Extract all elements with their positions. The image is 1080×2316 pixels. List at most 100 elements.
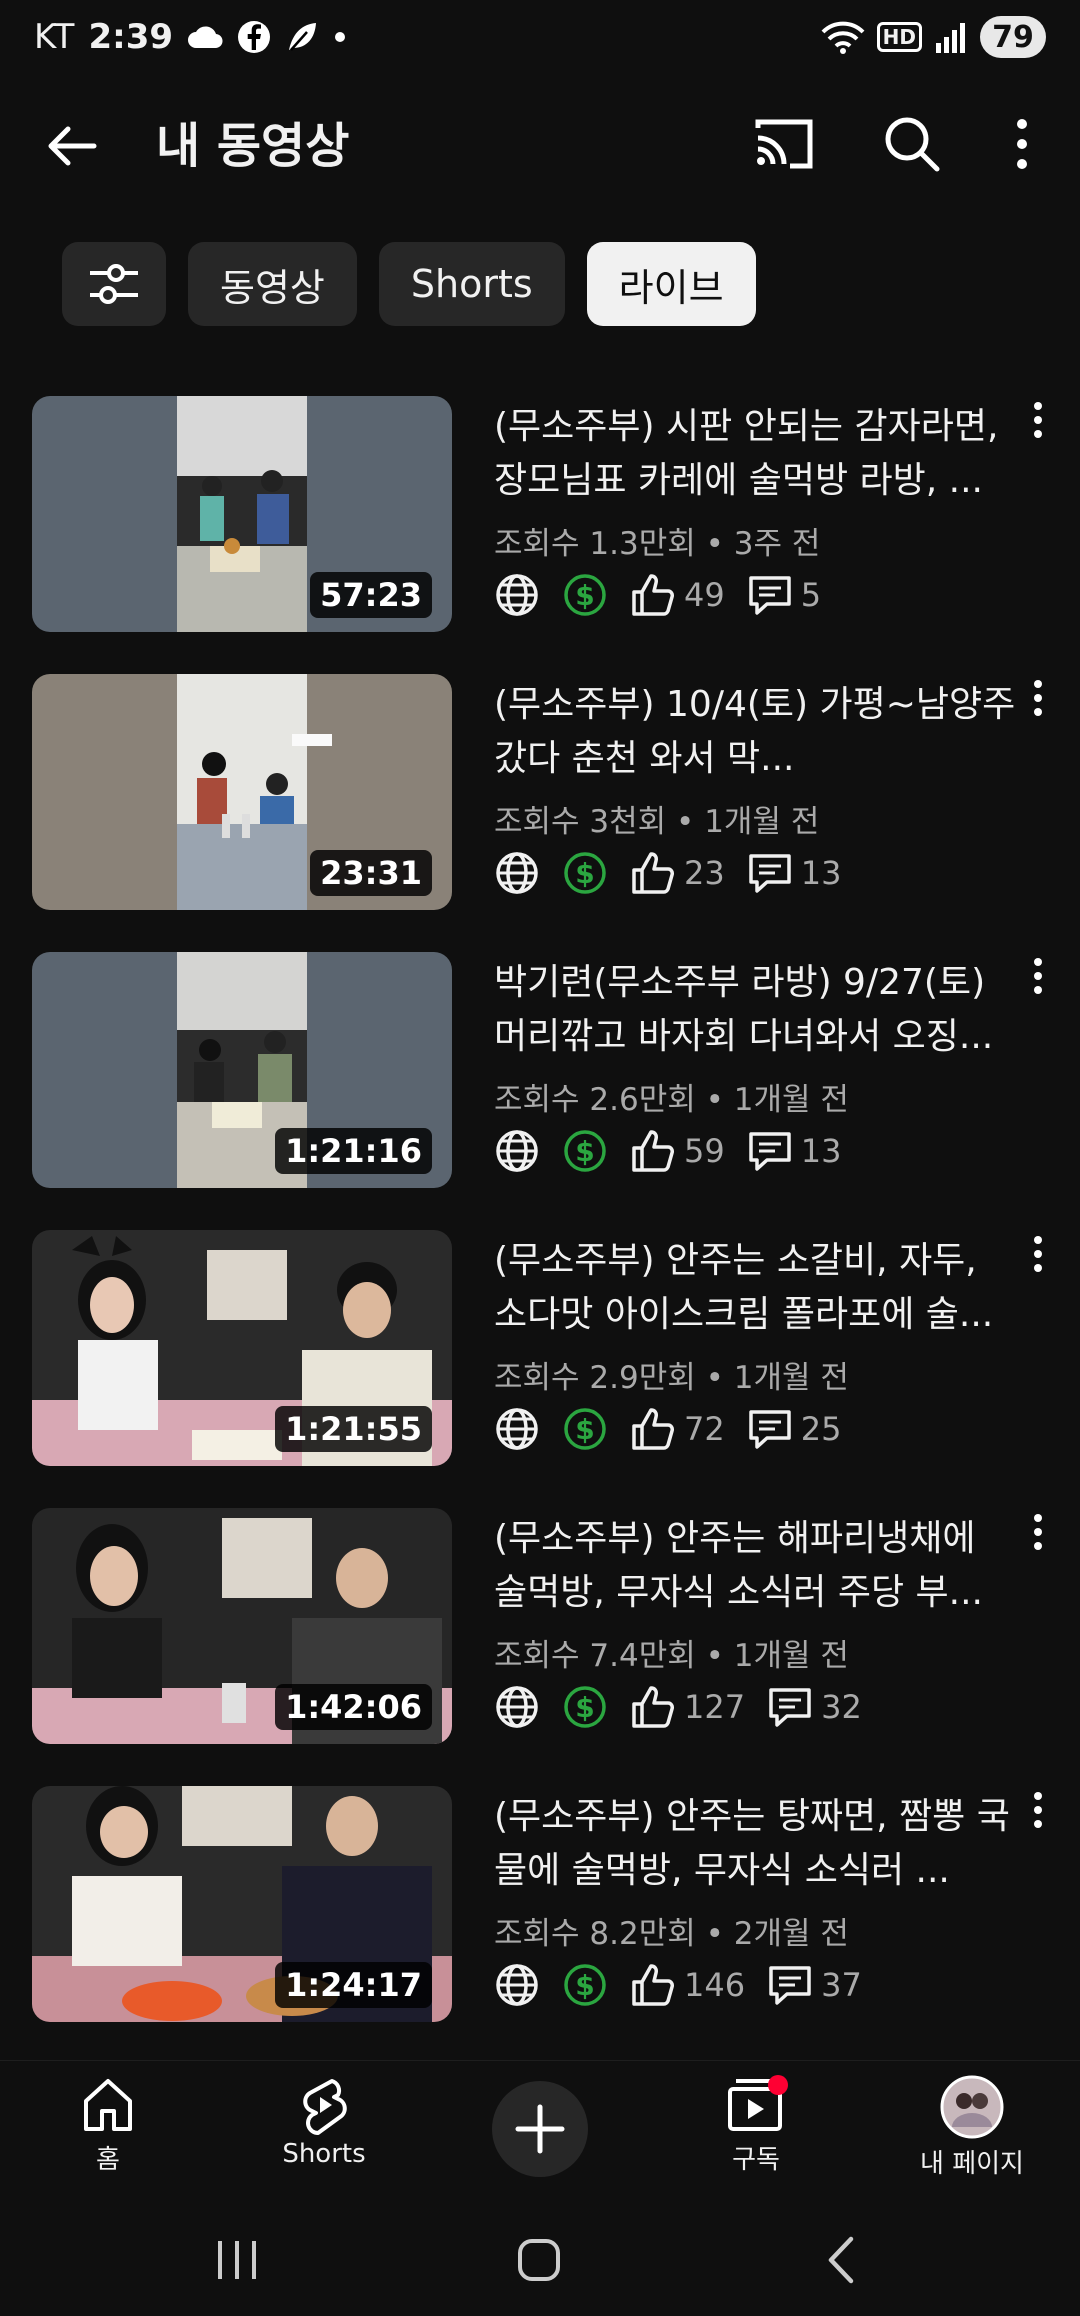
upload-age: 1개월 전	[704, 804, 820, 840]
home-system-button[interactable]	[504, 2230, 574, 2290]
view-count: 조회수 2.9만회	[494, 1360, 696, 1396]
cast-button[interactable]	[748, 108, 820, 180]
video-stats: $ 59 13	[494, 1128, 841, 1174]
video-title[interactable]: (무소주부) 10/4(토) 가평~남양주 갔다 춘천 와서 막...	[494, 678, 1020, 786]
carrier-label: KT	[34, 17, 75, 57]
comment-count: 13	[800, 854, 842, 892]
filter-icon	[90, 264, 138, 304]
video-meta: 조회수 3천회 • 1개월 전	[494, 796, 819, 841]
video-title[interactable]: (무소주부) 안주는 해파리냉채에 술먹방, 무자식 소식러 주당 부...	[494, 1512, 1020, 1620]
video-list: 57:23 (무소주부) 시판 안되는 감자라면, 장모님표 카레에 술먹방 라…	[0, 396, 1080, 2064]
video-thumbnail[interactable]: 57:23	[32, 396, 452, 632]
comment-count: 25	[800, 1410, 842, 1448]
filter-settings-chip[interactable]	[62, 242, 166, 326]
upload-age: 1개월 전	[733, 1082, 849, 1118]
home-square-icon	[518, 2239, 560, 2281]
video-more-button[interactable]	[1014, 952, 1062, 1000]
video-title[interactable]: (무소주부) 안주는 소갈비, 자두, 소다맛 아이스크림 폴라포에 술...	[494, 1234, 1020, 1342]
nav-subscriptions-label: 구독	[732, 2145, 780, 2175]
thumb-up-icon	[630, 1962, 676, 2008]
nav-subscriptions[interactable]: 구독	[676, 2075, 836, 2176]
nav-home[interactable]: 홈	[28, 2075, 188, 2176]
video-title[interactable]: 박기련(무소주부 라방) 9/27(토) 머리깎고 바자회 다녀와서 오징...	[494, 956, 1020, 1064]
video-meta: 조회수 2.6만회 • 1개월 전	[494, 1074, 849, 1119]
comment-count: 32	[821, 1688, 862, 1726]
globe-icon	[494, 1962, 540, 2008]
meta-separator: •	[676, 804, 695, 840]
more-vert-icon	[1034, 1514, 1042, 1550]
view-count: 조회수 8.2만회	[494, 1916, 696, 1952]
like-count: 59	[684, 1132, 725, 1170]
like-count: 127	[684, 1688, 746, 1726]
svg-text:$: $	[575, 1413, 594, 1446]
search-icon	[885, 117, 940, 172]
video-more-button[interactable]	[1014, 1508, 1062, 1556]
video-item[interactable]: 1:24:17 (무소주부) 안주는 탕짜면, 짬뽕 국물에 술먹방, 무자식 …	[0, 1786, 1080, 2064]
thumb-up-icon	[630, 1128, 676, 1174]
back-button[interactable]	[40, 114, 104, 178]
comment-icon	[767, 1684, 813, 1730]
comment-icon	[747, 572, 793, 618]
chip-live[interactable]: 라이브	[586, 242, 756, 326]
video-more-button[interactable]	[1014, 1786, 1062, 1834]
more-vert-icon	[1034, 1792, 1042, 1828]
video-item[interactable]: 1:42:06 (무소주부) 안주는 해파리냉채에 술먹방, 무자식 소식러 주…	[0, 1508, 1080, 1786]
video-title[interactable]: (무소주부) 안주는 탕짜면, 짬뽕 국물에 술먹방, 무자식 소식러 ...	[494, 1790, 1020, 1898]
dollar-icon: $	[562, 572, 608, 618]
svg-text:$: $	[575, 857, 594, 890]
video-more-button[interactable]	[1014, 1230, 1062, 1278]
subscriptions-icon	[728, 2075, 788, 2131]
video-thumbnail[interactable]: 1:24:17	[32, 1786, 452, 2022]
thumb-up-icon	[630, 1684, 676, 1730]
chip-videos[interactable]: 동영상	[188, 242, 357, 326]
globe-icon	[494, 850, 540, 896]
video-title[interactable]: (무소주부) 시판 안되는 감자라면, 장모님표 카레에 술먹방 라방, ...	[494, 400, 1020, 508]
thumb-up-icon	[630, 850, 676, 896]
comment-count: 13	[800, 1132, 842, 1170]
nav-shorts-label: Shorts	[282, 2139, 366, 2169]
video-thumbnail[interactable]: 23:31	[32, 674, 452, 910]
video-item[interactable]: 1:21:16 박기련(무소주부 라방) 9/27(토) 머리깎고 바자회 다녀…	[0, 952, 1080, 1230]
more-vert-icon	[1034, 680, 1042, 716]
dollar-icon: $	[562, 1962, 608, 2008]
back-system-button[interactable]	[806, 2230, 876, 2290]
more-vert-icon	[1034, 958, 1042, 994]
bottom-navigation: 홈 Shorts 구독 내 페이지	[0, 2060, 1080, 2200]
comment-icon	[767, 1962, 813, 2008]
duration-badge: 1:42:06	[275, 1684, 432, 1730]
chevron-left-icon	[828, 2236, 854, 2284]
video-more-button[interactable]	[1014, 674, 1062, 722]
plus-icon	[515, 2104, 565, 2154]
video-more-button[interactable]	[1014, 396, 1062, 444]
duration-badge: 23:31	[310, 850, 432, 896]
nav-my-page[interactable]: 내 페이지	[892, 2075, 1052, 2180]
more-vert-icon	[1034, 1236, 1042, 1272]
thumb-up-icon	[630, 572, 676, 618]
video-item[interactable]: 57:23 (무소주부) 시판 안되는 감자라면, 장모님표 카레에 술먹방 라…	[0, 396, 1080, 674]
meta-separator: •	[705, 1638, 724, 1674]
create-button[interactable]	[492, 2081, 588, 2177]
video-thumbnail[interactable]: 1:42:06	[32, 1508, 452, 1744]
video-stats: $ 127 32	[494, 1684, 862, 1730]
video-meta: 조회수 1.3만회 • 3주 전	[494, 518, 820, 563]
video-item[interactable]: 1:21:55 (무소주부) 안주는 소갈비, 자두, 소다맛 아이스크림 폴라…	[0, 1230, 1080, 1508]
video-item[interactable]: 23:31 (무소주부) 10/4(토) 가평~남양주 갔다 춘천 와서 막..…	[0, 674, 1080, 952]
cloud-icon	[187, 24, 223, 50]
upload-age: 1개월 전	[733, 1638, 849, 1674]
chip-shorts[interactable]: Shorts	[378, 242, 565, 326]
facebook-icon	[237, 20, 271, 54]
recent-apps-button[interactable]	[202, 2230, 272, 2290]
app-bar: 내 동영상	[0, 74, 1080, 204]
comment-count: 5	[800, 576, 822, 614]
leaf-icon	[285, 20, 319, 54]
view-count: 조회수 1.3만회	[494, 526, 696, 562]
recent-apps-icon	[218, 2241, 256, 2279]
video-thumbnail[interactable]: 1:21:55	[32, 1230, 452, 1466]
more-options-button[interactable]	[986, 108, 1058, 180]
nav-shorts[interactable]: Shorts	[244, 2075, 404, 2169]
upload-age: 2개월 전	[733, 1916, 849, 1952]
video-meta: 조회수 8.2만회 • 2개월 전	[494, 1908, 849, 1953]
video-thumbnail[interactable]: 1:21:16	[32, 952, 452, 1188]
search-button[interactable]	[876, 108, 948, 180]
video-meta: 조회수 2.9만회 • 1개월 전	[494, 1352, 849, 1397]
